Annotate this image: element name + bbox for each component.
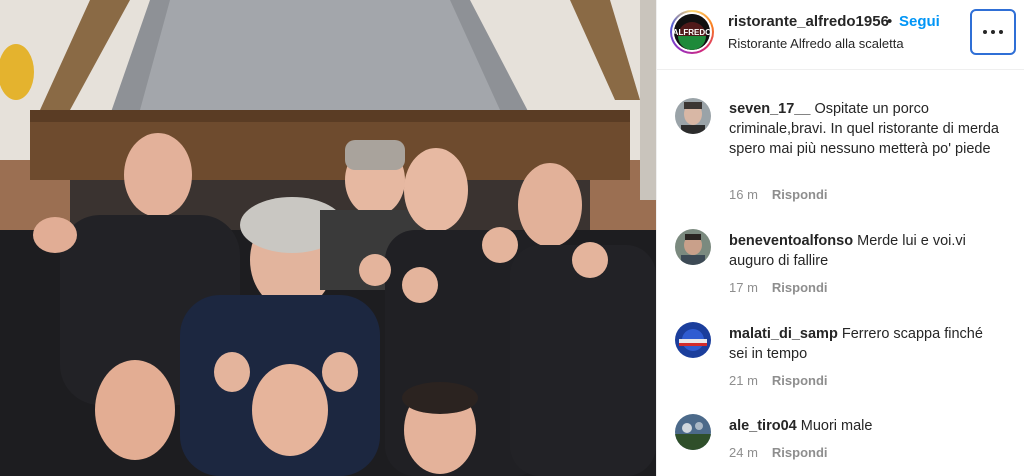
commenter-avatar[interactable] (675, 322, 711, 358)
comment-time[interactable]: 16 m (729, 187, 758, 202)
group-photo-illustration (0, 0, 656, 476)
reply-button[interactable]: Rispondi (772, 373, 828, 388)
comment-text: Muori male (800, 418, 873, 434)
account-username[interactable]: ristorante_alfredo1956 (728, 13, 889, 30)
more-options-button[interactable] (970, 9, 1016, 55)
instagram-post: ALFREDO ristorante_alfredo1956 • Segui R… (0, 0, 1024, 476)
comment-body: malati_di_samp Ferrero scappa finché sei… (729, 324, 999, 364)
comment-time[interactable]: 24 m (729, 445, 758, 460)
comment-username[interactable]: ale_tiro04 (729, 418, 797, 434)
comment-time[interactable]: 17 m (729, 280, 758, 295)
comment-username[interactable]: beneventoalfonso (729, 233, 853, 249)
comment-body: seven_17__ Ospitate un porco criminale,b… (729, 99, 999, 159)
logo-text: ALFREDO (674, 28, 710, 37)
comment-meta: 16 m Rispondi (729, 187, 828, 202)
comment-body: ale_tiro04 Muori male (729, 416, 999, 436)
commenter-avatar[interactable] (675, 414, 711, 450)
more-dot-icon (999, 30, 1003, 34)
comment-username[interactable]: malati_di_samp (729, 326, 838, 342)
more-dot-icon (983, 30, 987, 34)
account-avatar[interactable]: ALFREDO (670, 10, 714, 54)
commenter-avatar[interactable] (675, 229, 711, 265)
commenter-avatar[interactable] (675, 98, 711, 134)
separator-dot: • (887, 13, 893, 30)
more-dot-icon (991, 30, 995, 34)
comment-item: malati_di_samp Ferrero scappa finché sei… (657, 322, 1024, 397)
comment-item: beneventoalfonso Merde lui e voi.vi augu… (657, 229, 1024, 304)
comment-time[interactable]: 21 m (729, 373, 758, 388)
restaurant-logo-icon: ALFREDO (674, 14, 710, 50)
reply-button[interactable]: Rispondi (772, 445, 828, 460)
comment-username[interactable]: seven_17__ (729, 101, 810, 117)
comment-meta: 21 m Rispondi (729, 373, 828, 388)
post-photo[interactable] (0, 0, 656, 476)
comment-item: ale_tiro04 Muori male 24 m Rispondi (657, 414, 1024, 474)
reply-button[interactable]: Rispondi (772, 280, 828, 295)
comment-meta: 24 m Rispondi (729, 445, 828, 460)
comment-body: beneventoalfonso Merde lui e voi.vi augu… (729, 231, 999, 271)
post-header: ALFREDO ristorante_alfredo1956 • Segui R… (657, 0, 1024, 70)
reply-button[interactable]: Rispondi (772, 187, 828, 202)
comment-item: seven_17__ Ospitate un porco criminale,b… (657, 96, 1024, 211)
comment-meta: 17 m Rispondi (729, 280, 828, 295)
follow-button[interactable]: Segui (899, 13, 940, 30)
post-location[interactable]: Ristorante Alfredo alla scaletta (728, 36, 904, 51)
post-side-panel: ALFREDO ristorante_alfredo1956 • Segui R… (656, 0, 1024, 476)
